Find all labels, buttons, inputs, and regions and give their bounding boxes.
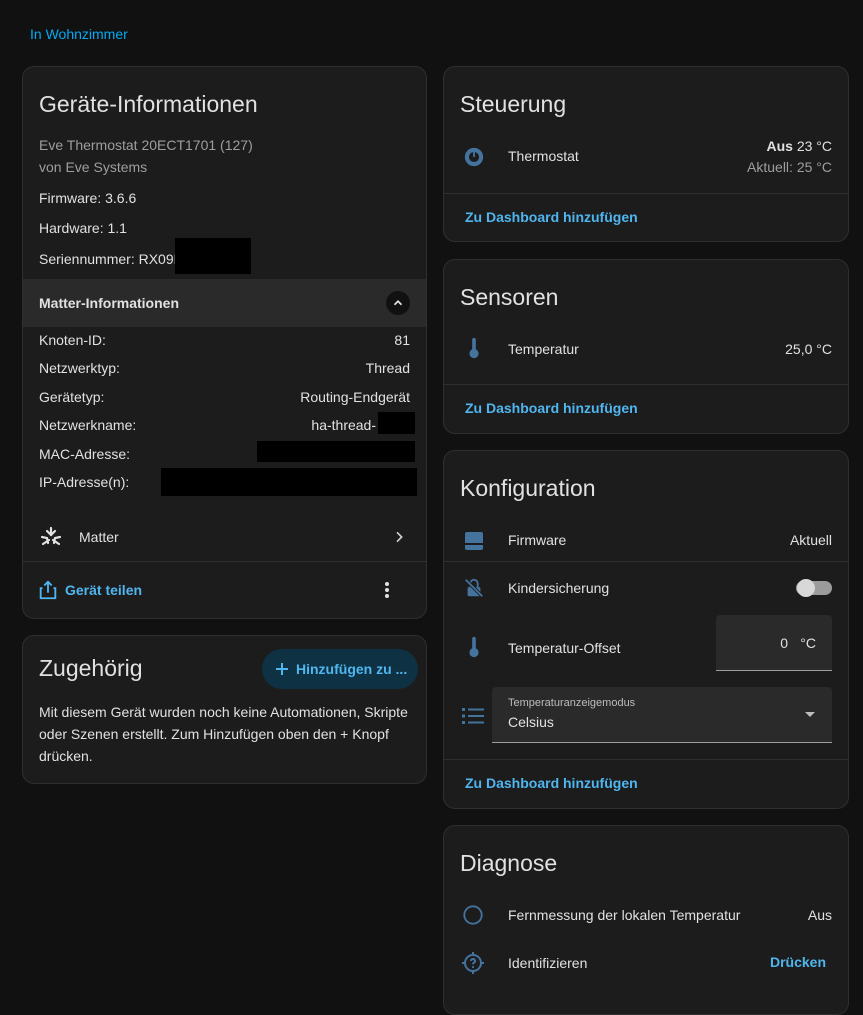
thermostat-state: Aus 23 °C <box>766 138 832 154</box>
serial-redaction <box>175 238 251 274</box>
divider <box>444 561 848 562</box>
chevron-up-icon[interactable] <box>386 291 410 315</box>
add-to-button[interactable]: Hinzufügen zu ... <box>262 649 418 689</box>
identify-label: Identifizieren <box>508 955 588 971</box>
controls-card: Steuerung Thermostat Aus 23 °C Aktuell: … <box>443 66 849 242</box>
share-device-label: Gerät teilen <box>65 582 143 598</box>
circle-outline-icon <box>461 903 485 927</box>
display-mode-select[interactable]: Temperaturanzeigemodus Celsius <box>492 687 832 743</box>
add-dashboard-link[interactable]: Zu Dashboard hinzufügen <box>465 400 638 416</box>
matter-row-label: Netzwerkname: <box>39 417 137 433</box>
firmware-version: Firmware: 3.6.6 <box>39 190 137 206</box>
matter-row-label: Knoten-ID: <box>39 332 106 348</box>
more-menu-icon[interactable] <box>375 577 399 603</box>
plus-icon <box>276 663 288 675</box>
divider <box>23 561 426 562</box>
offset-unit: °C <box>800 635 816 651</box>
matter-row-label: IP-Adresse(n): <box>39 474 130 490</box>
matter-logo-icon <box>39 525 63 549</box>
thermostat-icon <box>462 145 486 169</box>
mac-redaction <box>257 441 415 462</box>
add-to-label: Hinzufügen zu ... <box>296 661 408 677</box>
child-lock-toggle[interactable] <box>796 579 832 597</box>
offset-input[interactable]: 0 °C <box>716 615 832 671</box>
breadcrumb-link[interactable]: In Wohnzimmer <box>30 26 128 42</box>
thermostat-label[interactable]: Thermostat <box>508 148 579 164</box>
divider <box>444 759 848 760</box>
chevron-right-icon <box>389 527 409 547</box>
matter-info-title: Matter-Informationen <box>39 295 179 311</box>
offset-value: 0 <box>780 635 788 651</box>
matter-row-value: Thread <box>365 360 410 376</box>
format-list-icon <box>461 704 485 728</box>
thermometer-icon <box>462 336 486 360</box>
matter-row-label: Gerätetyp: <box>39 389 105 405</box>
matter-row-label: MAC-Adresse: <box>39 446 131 462</box>
display-mode-value: Celsius <box>508 714 554 730</box>
matter-info-header[interactable]: Matter-Informationen <box>23 279 426 327</box>
add-dashboard-link[interactable]: Zu Dashboard hinzufügen <box>465 775 638 791</box>
serial-number: Seriennummer: RX09F <box>39 251 183 267</box>
diagnostics-title: Diagnose <box>460 850 558 876</box>
remote-sensing-label[interactable]: Fernmessung der lokalen Temperatur <box>508 907 740 923</box>
integration-label: Matter <box>79 529 119 545</box>
add-dashboard-link[interactable]: Zu Dashboard hinzufügen <box>465 209 638 225</box>
related-title: Zugehörig <box>39 655 143 681</box>
firmware-label[interactable]: Firmware <box>508 532 566 548</box>
divider <box>444 193 848 194</box>
sensors-title: Sensoren <box>460 284 559 310</box>
matter-row-value: 81 <box>394 332 410 348</box>
config-card: Konfiguration Firmware Aktuell Kindersic… <box>443 450 849 809</box>
child-lock-label: Kindersicherung <box>508 580 610 596</box>
share-device-button[interactable]: Gerät teilen <box>37 577 142 603</box>
crosshairs-question-icon <box>461 951 485 975</box>
related-description: Mit diesem Gerät wurden noch keine Autom… <box>39 704 408 764</box>
thermostat-current: Aktuell: 25 °C <box>747 159 832 175</box>
device-info-card: Geräte-Informationen Eve Thermostat 20EC… <box>22 66 427 619</box>
thermostat-target: 23 °C <box>796 138 832 154</box>
hardware-version: Hardware: 1.1 <box>39 220 127 236</box>
temperature-value: 25,0 °C <box>785 341 832 357</box>
share-icon <box>39 580 57 600</box>
firmware-value: Aktuell <box>789 532 832 548</box>
config-title: Konfiguration <box>460 475 596 501</box>
dropdown-arrow-icon <box>804 709 816 721</box>
controls-title: Steuerung <box>460 91 567 117</box>
integration-row-matter[interactable]: Matter <box>23 513 426 561</box>
device-info-title: Geräte-Informationen <box>39 91 258 117</box>
divider <box>444 384 848 385</box>
thermometer-icon <box>462 635 486 659</box>
sensors-card: Sensoren Temperatur 25,0 °C Zu Dashboard… <box>443 259 849 434</box>
device-model: Eve Thermostat 20ECT1701 (127) <box>39 137 253 153</box>
remote-sensing-value: Aus <box>807 907 832 923</box>
diagnostics-card: Diagnose Fernmessung der lokalen Tempera… <box>443 825 849 1015</box>
device-manufacturer: von Eve Systems <box>39 159 148 175</box>
temperature-label[interactable]: Temperatur <box>508 341 579 357</box>
matter-row-value: Routing-Endgerät <box>300 389 410 405</box>
ip-redaction <box>161 468 417 496</box>
firmware-icon <box>462 529 486 553</box>
identify-button[interactable]: Drücken <box>770 954 826 970</box>
display-mode-label: Temperaturanzeigemodus <box>508 697 636 709</box>
matter-row-value: ha-thread- <box>311 417 376 433</box>
matter-row-label: Netzwerktyp: <box>39 360 120 376</box>
lock-off-icon <box>462 576 486 600</box>
thermostat-mode: Aus <box>766 138 793 154</box>
related-card: Zugehörig Hinzufügen zu ... Mit diesem G… <box>22 635 427 784</box>
network-name-redaction <box>378 412 415 434</box>
offset-label: Temperatur-Offset <box>508 640 621 656</box>
